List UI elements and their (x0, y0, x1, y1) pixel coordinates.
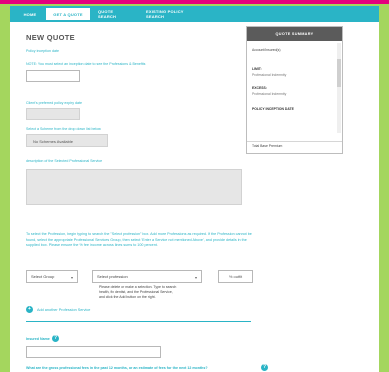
expiry-date-input[interactable] (26, 108, 80, 120)
quote-summary-title: QUOTE SUMMARY (247, 27, 342, 41)
insured-name-label: Insured Name (26, 337, 50, 341)
tab-home[interactable]: HOME (16, 8, 44, 20)
percent-input[interactable]: % outfit (218, 270, 253, 283)
insured-name-input[interactable] (26, 346, 161, 358)
policy-inception-label: Policy inception date (26, 49, 59, 53)
tab-existing-policy-search[interactable]: EXISTING POLICY SEARCH (140, 8, 204, 20)
profession-help-text: Please delete or make a selection. Type … (99, 285, 177, 299)
section-divider (26, 321, 251, 322)
main-nav: HOME GET A QUOTE QUOTE SEARCH EXISTING P… (10, 6, 379, 22)
help-icon[interactable]: ? (261, 364, 268, 371)
group-select[interactable]: Select Group ▾ (26, 270, 78, 283)
inception-note: NOTE: You must select an inception date … (26, 62, 146, 66)
service-description-textarea[interactable] (26, 169, 242, 205)
description-label: description of the Selected Professional… (26, 159, 103, 163)
add-profession-label: Add another Profession Service (37, 307, 91, 312)
quote-summary-panel: QUOTE SUMMARY Account/Insured(s) LIMIT: … (246, 26, 343, 154)
summary-row-excess-sub: Professional Indemnity (252, 92, 287, 96)
tab-get-a-quote[interactable]: GET A QUOTE (46, 8, 90, 20)
scrollbar-thumb[interactable] (337, 59, 341, 87)
chevron-down-icon: ▾ (194, 275, 197, 280)
summary-row-excess: EXCESS: (252, 86, 267, 90)
chevron-down-icon: ▾ (70, 275, 73, 280)
scheme-value: No Schemes Available (33, 139, 73, 144)
page-title: NEW QUOTE (26, 33, 75, 42)
summary-row-inception: POLICY INCEPTION DATE (252, 107, 294, 111)
tab-quote-search[interactable]: QUOTE SEARCH (92, 8, 138, 20)
summary-row-account: Account/Insured(s) (252, 48, 281, 52)
profession-select[interactable]: Select profession ▾ (92, 270, 202, 283)
scheme-label: Select a Scheme from the drop down list … (26, 127, 101, 131)
plus-icon: + (26, 306, 33, 313)
profession-select-value: Select profession (97, 274, 128, 279)
inception-date-input[interactable] (26, 70, 80, 82)
scheme-select[interactable]: No Schemes Available (26, 134, 108, 147)
add-profession-link[interactable]: + Add another Profession Service (26, 306, 90, 313)
top-accent-strip (0, 0, 389, 4)
summary-row-limit-sub: Professional Indemnity (252, 73, 287, 77)
preferred-expiry-label: Client's preferred policy expiry date (26, 101, 83, 105)
group-select-value: Select Group (31, 274, 55, 279)
summary-total-premium: Total Base Premium (252, 144, 283, 148)
summary-row-limit: LIMIT: (252, 67, 262, 71)
profession-instructions: To select the Profession, begin typing t… (26, 232, 252, 247)
summary-scrollbar[interactable] (337, 43, 341, 133)
gross-fees-label: What are the gross professional fees in … (26, 366, 208, 370)
summary-divider (247, 141, 342, 142)
help-icon[interactable]: ? (52, 335, 59, 342)
